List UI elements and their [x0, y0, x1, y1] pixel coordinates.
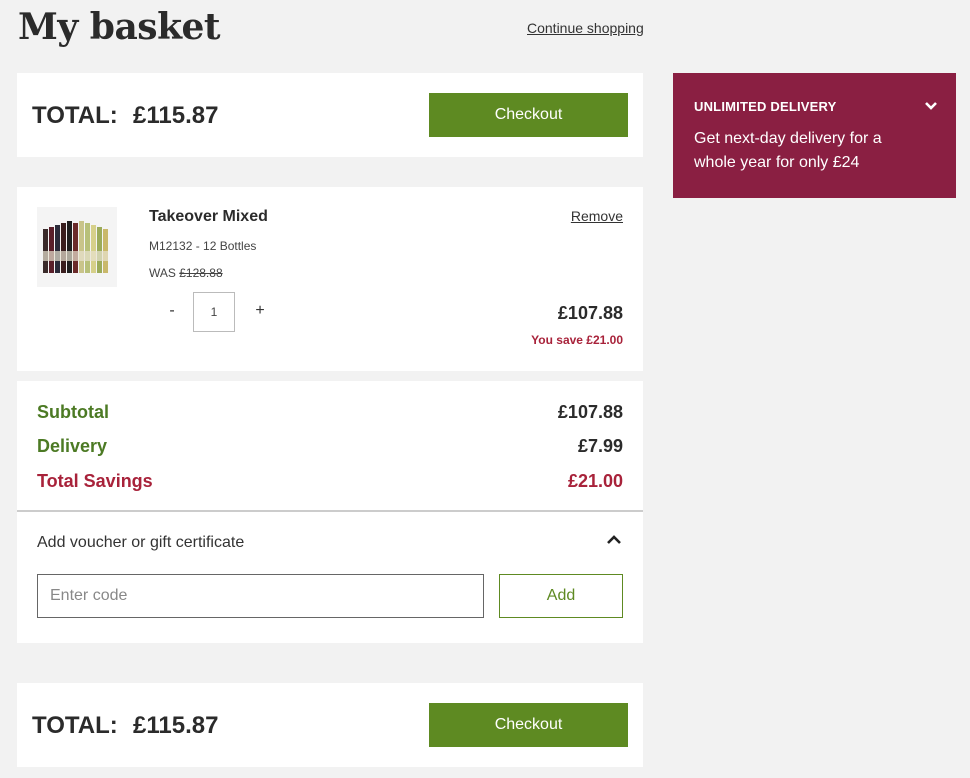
page-title: My basket [18, 6, 221, 48]
delivery-value: £7.99 [577, 436, 623, 456]
remove-link[interactable]: Remove [571, 208, 623, 224]
voucher-label[interactable]: Add voucher or gift certificate [37, 534, 244, 552]
total-label: TOTAL: [32, 712, 118, 739]
order-summary: Subtotal £107.88 Delivery £7.99 Total Sa… [17, 381, 643, 643]
basket-item: Takeover Mixed M12132 - 12 Bottles WAS £… [17, 187, 643, 371]
unlimited-delivery-promo[interactable]: UNLIMITED DELIVERY Get next-day delivery… [673, 73, 956, 198]
subtotal-label: Subtotal [37, 402, 109, 422]
product-code: M12132 - 12 Bottles [149, 239, 257, 253]
checkout-button[interactable]: Checkout [429, 93, 628, 137]
subtotal-value: £107.88 [557, 402, 623, 422]
quantity-input[interactable] [193, 292, 235, 332]
wine-bottles-image [37, 207, 117, 287]
total-value: £115.87 [133, 712, 219, 739]
savings-label: Total Savings [37, 471, 153, 491]
item-price: £107.88 [557, 303, 623, 323]
add-voucher-button[interactable]: Add [499, 574, 623, 618]
total-value: £115.87 [133, 102, 219, 129]
chevron-up-icon[interactable] [605, 531, 623, 549]
voucher-code-input[interactable] [37, 574, 484, 618]
was-price-value: £128.88 [179, 266, 223, 280]
product-image[interactable] [37, 207, 117, 287]
quantity-decrease-button[interactable]: - [162, 302, 182, 320]
savings-row: Total Savings £21.00 [37, 471, 623, 495]
quantity-increase-button[interactable]: + [250, 302, 270, 320]
promo-title: UNLIMITED DELIVERY [694, 99, 837, 114]
checkout-button[interactable]: Checkout [429, 703, 628, 747]
divider [17, 510, 643, 512]
chevron-down-icon[interactable] [924, 99, 938, 113]
promo-text: Get next-day delivery for a whole year f… [694, 130, 882, 171]
total-label: TOTAL: [32, 102, 118, 129]
total-bar-bottom: TOTAL: £115.87 Checkout [17, 683, 643, 767]
savings-value: £21.00 [567, 471, 623, 491]
total-bar-top: TOTAL: £115.87 Checkout [17, 73, 643, 157]
subtotal-row: Subtotal £107.88 [37, 402, 623, 426]
delivery-label: Delivery [37, 436, 108, 456]
was-label: WAS [149, 266, 176, 280]
item-savings: You save £21.00 [531, 333, 623, 347]
product-name[interactable]: Takeover Mixed [149, 208, 268, 226]
continue-shopping-link[interactable]: Continue shopping [527, 20, 644, 36]
delivery-row: Delivery £7.99 [37, 436, 623, 460]
was-price: WAS £128.88 [149, 266, 223, 280]
